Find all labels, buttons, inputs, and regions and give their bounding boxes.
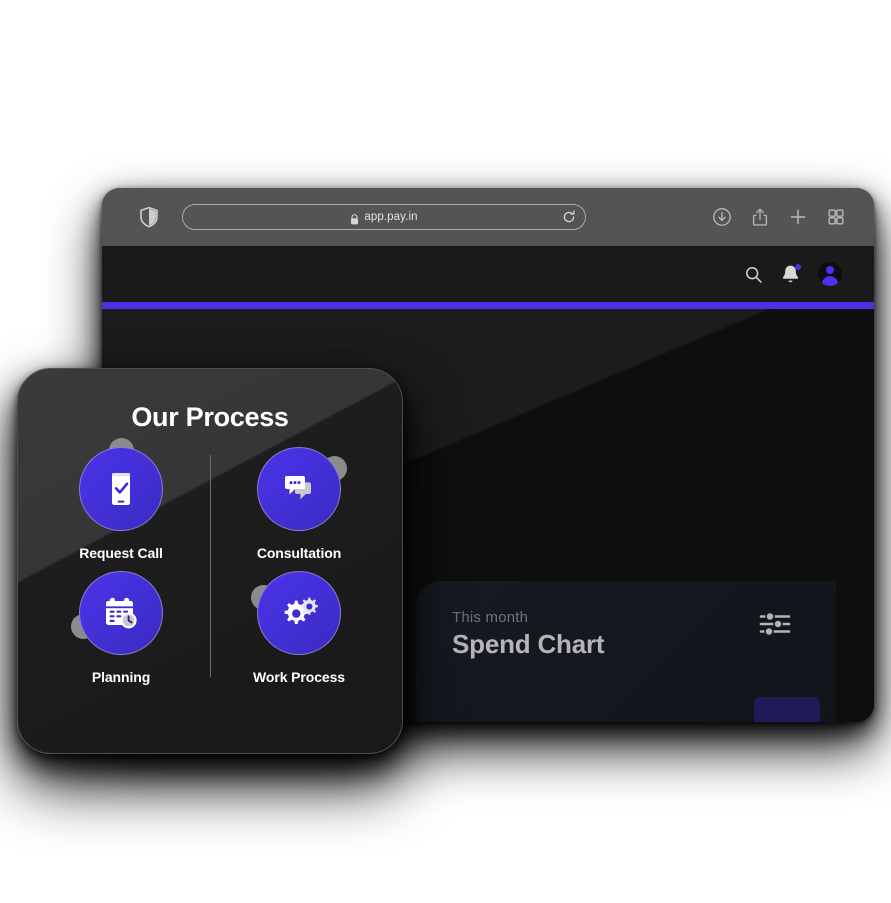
process-grid: Request Call Consultation Planning Work Pro… [32, 438, 388, 685]
process-item-work-process[interactable]: Work Process [210, 571, 388, 685]
search-icon[interactable] [744, 265, 763, 284]
new-tab-icon[interactable] [788, 207, 808, 227]
url-text: app.pay.in [364, 211, 418, 223]
avatar[interactable] [818, 262, 842, 286]
browser-toolbar-actions [712, 207, 860, 227]
spend-chart-card: This month Spend Chart ₹400₹600₹1,200₹1,… [416, 581, 836, 722]
process-icon-wrap [257, 447, 347, 531]
process-icon-wrap [79, 438, 163, 531]
process-card-title: Our Process [131, 402, 289, 432]
browser-toolbar: app.pay.in [102, 188, 874, 246]
notification-badge-dot [795, 263, 801, 270]
sliders-icon[interactable] [758, 611, 792, 637]
process-item-label: Work Process [253, 669, 345, 685]
chart-subtitle: This month [452, 609, 529, 626]
process-item-consultation[interactable]: Consultation [210, 447, 388, 561]
avatar-body [822, 276, 838, 286]
accent-bar [102, 302, 874, 309]
process-icon-wrap [251, 571, 341, 655]
process-item-label: Request Call [79, 545, 163, 561]
gears-icon[interactable] [257, 571, 341, 655]
bar-column[interactable] [754, 697, 820, 722]
process-item-planning[interactable]: Planning [32, 571, 210, 685]
calendar-clock-icon[interactable] [79, 571, 163, 655]
bar-chart-plot [446, 697, 820, 722]
notifications-button[interactable] [781, 263, 801, 285]
process-icon-wrap [71, 571, 163, 655]
process-item-label: Planning [91, 669, 151, 685]
shield-icon[interactable] [138, 206, 160, 228]
chart-title: Spend Chart [452, 629, 605, 659]
our-process-card: Our Process Request Call Consultation Plan… [17, 368, 403, 754]
avatar-head [826, 266, 834, 274]
bar-column[interactable] [600, 697, 666, 722]
chart-header: This month Spend Chart [452, 609, 605, 660]
bar-column[interactable] [523, 697, 589, 722]
process-item-request-call[interactable]: Request Call [32, 438, 210, 561]
bar-column[interactable] [677, 697, 743, 722]
app-header [102, 246, 874, 302]
process-item-label: Consultation [256, 545, 342, 561]
downloads-icon[interactable] [712, 207, 732, 227]
address-bar[interactable]: app.pay.in [182, 204, 586, 230]
lock-icon [350, 212, 359, 224]
chat-bubbles-icon[interactable] [257, 447, 341, 531]
bar[interactable] [754, 697, 820, 722]
tab-overview-icon[interactable] [826, 207, 846, 227]
share-icon[interactable] [750, 207, 770, 227]
reload-icon[interactable] [562, 210, 576, 224]
bar-column[interactable] [446, 697, 512, 722]
mobile-check-icon[interactable] [79, 447, 163, 531]
